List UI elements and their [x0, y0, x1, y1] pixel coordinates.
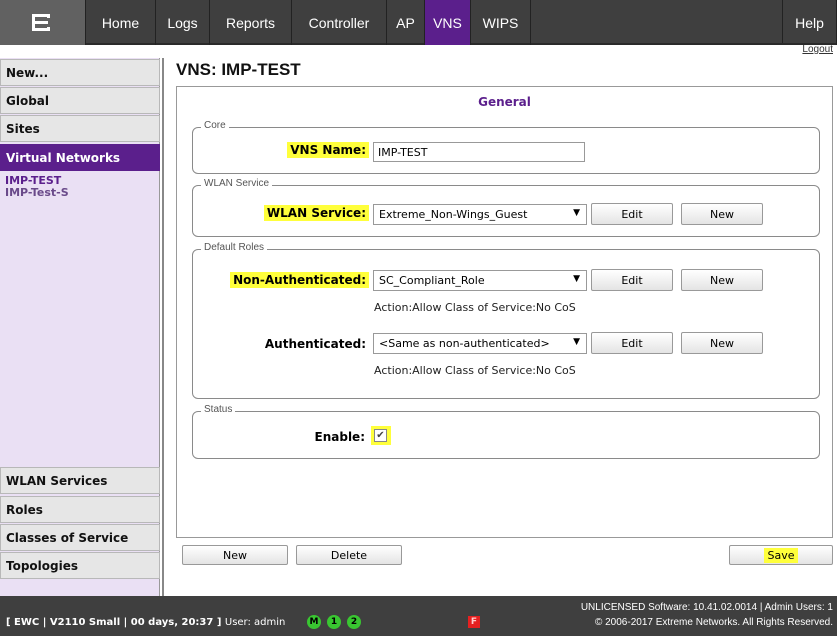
sidebar-resize-handle[interactable]: [162, 58, 164, 600]
sidebar-item-topologies[interactable]: Topologies: [0, 552, 160, 579]
dropdown-arrow-icon: ▼: [573, 274, 580, 284]
non-authenticated-label: Non-Authenticated:: [225, 272, 369, 288]
auth-edit-button[interactable]: Edit: [591, 332, 673, 354]
sidebar-item-global[interactable]: Global: [0, 87, 160, 114]
nav-controller[interactable]: Controller: [292, 0, 387, 45]
sidebar-item-new[interactable]: New...: [0, 59, 160, 86]
auth-new-button[interactable]: New: [681, 332, 763, 354]
sidebar-vns-imp-test-s[interactable]: IMP-Test-S: [5, 186, 69, 199]
wlan-service-label: WLAN Service:: [263, 205, 369, 221]
alert-flag-icon[interactable]: F: [468, 616, 480, 628]
nav-logs[interactable]: Logs: [156, 0, 210, 45]
dropdown-arrow-icon: ▼: [573, 337, 580, 347]
general-panel: General Core VNS Name: WLAN Service WLAN…: [176, 86, 833, 538]
indicator-1-icon[interactable]: 1: [327, 615, 341, 629]
sidebar-item-virtual-networks[interactable]: Virtual Networks: [0, 144, 160, 171]
sidebar-item-sites[interactable]: Sites: [0, 115, 160, 142]
sidebar-item-classes-of-service[interactable]: Classes of Service: [0, 524, 160, 551]
nav-spacer: [531, 0, 783, 43]
enable-checkbox[interactable]: ✔: [374, 429, 387, 442]
mode-indicator-icon[interactable]: M: [307, 615, 321, 629]
page-title: VNS: IMP-TEST: [176, 60, 301, 79]
top-nav: Home Logs Reports Controller AP VNS WIPS…: [0, 0, 837, 45]
extreme-logo[interactable]: [0, 0, 86, 45]
nav-ap[interactable]: AP: [387, 0, 425, 45]
authenticated-label: Authenticated:: [264, 337, 366, 351]
license-text: UNLICENSED Software: 10.41.02.0014 | Adm…: [580, 602, 833, 613]
sidebar: New... Global Sites Virtual Networks IMP…: [0, 58, 160, 600]
save-button[interactable]: Save: [729, 545, 833, 565]
section-heading: General: [478, 95, 531, 109]
save-button-label: Save: [764, 547, 798, 563]
wlan-edit-button[interactable]: Edit: [591, 203, 673, 225]
status-legend: Status: [201, 404, 236, 415]
status-bar: [ EWC | V2110 Small | 00 days, 20:37 ] U…: [0, 596, 837, 636]
enable-label: Enable:: [314, 430, 365, 444]
sidebar-item-wlan-services[interactable]: WLAN Services: [0, 467, 160, 494]
vns-name-input[interactable]: [373, 142, 585, 162]
current-user: User: admin: [224, 617, 286, 628]
system-status-text: [ EWC | V2110 Small | 00 days, 20:37 ]: [6, 617, 222, 628]
wlan-service-legend: WLAN Service: [201, 178, 273, 189]
copyright-text: © 2006-2017 Extreme Networks. All Rights…: [594, 617, 833, 628]
sidebar-item-roles[interactable]: Roles: [0, 496, 160, 523]
nav-vns[interactable]: VNS: [425, 0, 471, 45]
vns-name-label: VNS Name:: [285, 142, 369, 158]
nonauth-new-button[interactable]: New: [681, 269, 763, 291]
dropdown-arrow-icon: ▼: [573, 208, 580, 218]
system-status: [ EWC | V2110 Small | 00 days, 20:37 ] U…: [6, 617, 285, 628]
nav-help[interactable]: Help: [783, 0, 837, 45]
core-legend: Core: [201, 120, 229, 131]
non-authenticated-role-select[interactable]: SC_Compliant_Role ▼: [373, 270, 587, 291]
authenticated-role-select[interactable]: <Same as non-authenticated> ▼: [373, 333, 587, 354]
delete-vns-button[interactable]: Delete: [296, 545, 402, 565]
default-roles-legend: Default Roles: [201, 242, 268, 253]
wlan-service-select[interactable]: Extreme_Non-Wings_Guest ▼: [373, 204, 587, 225]
nonauth-role-info: Action:Allow Class of Service:No CoS: [374, 301, 576, 314]
indicator-2-icon[interactable]: 2: [347, 615, 361, 629]
logout-link[interactable]: Logout: [802, 44, 833, 55]
nav-home[interactable]: Home: [86, 0, 156, 45]
auth-role-info: Action:Allow Class of Service:No CoS: [374, 364, 576, 377]
new-vns-button[interactable]: New: [182, 545, 288, 565]
license-info: UNLICENSED Software: 10.41.02.0014 | Adm…: [581, 600, 833, 630]
wlan-new-button[interactable]: New: [681, 203, 763, 225]
extreme-logo-icon: [31, 13, 54, 32]
nav-reports[interactable]: Reports: [210, 0, 292, 45]
nonauth-edit-button[interactable]: Edit: [591, 269, 673, 291]
nav-wips[interactable]: WIPS: [471, 0, 531, 45]
